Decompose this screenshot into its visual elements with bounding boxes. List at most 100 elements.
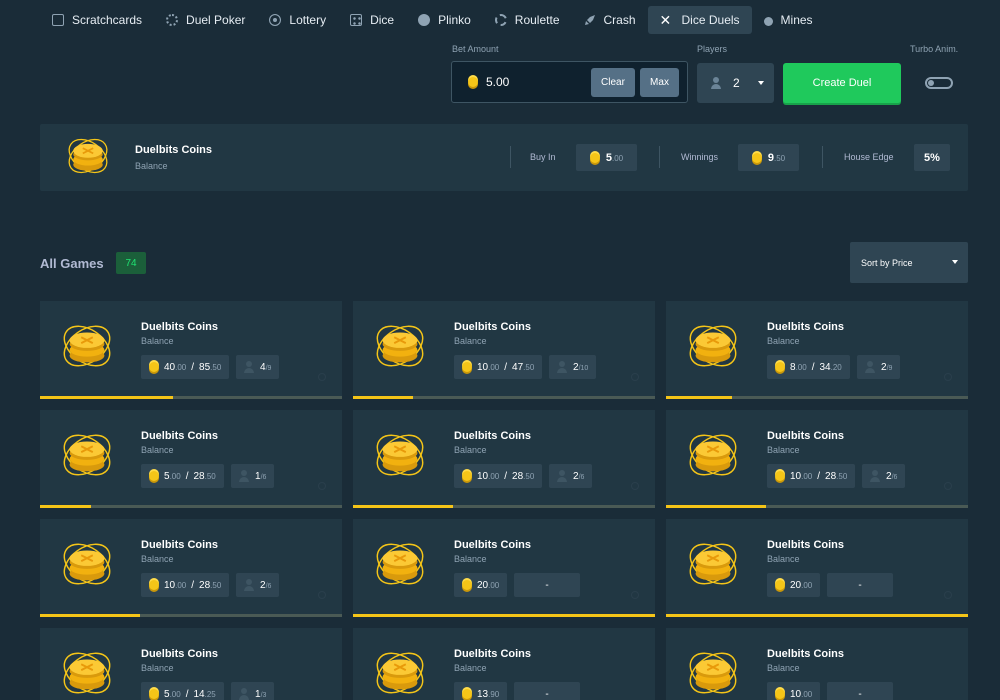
duelbits-coins-icon: [68, 138, 108, 174]
progress-bar: [666, 505, 968, 508]
nav-item-crash[interactable]: Crash: [572, 6, 648, 34]
price-badge: 20.00: [767, 573, 821, 597]
clear-button[interactable]: Clear: [591, 68, 635, 97]
price-badge: 40.00/ 85.50: [141, 355, 230, 379]
buy-in-value: 5.00: [576, 144, 637, 171]
chevron-down-icon: [758, 81, 764, 85]
bomb-icon: [763, 17, 773, 26]
info-icon: [944, 373, 952, 381]
players-badge: 2/10: [549, 355, 597, 379]
user-icon: [239, 688, 249, 700]
user-icon: [557, 361, 567, 373]
game-card[interactable]: Duelbits Coins Balance 5.00/ 14.25 1/3: [40, 628, 342, 700]
price-badge: 13.90: [454, 682, 508, 700]
all-games-title: All Games: [40, 256, 104, 271]
progress-fill: [666, 505, 766, 508]
game-card[interactable]: Duelbits Coins Balance 20.00-: [353, 519, 655, 617]
bet-amount-label: Bet Amount: [452, 44, 499, 54]
card-title: Duelbits Coins: [141, 539, 219, 551]
sort-select[interactable]: Sort by Price: [850, 242, 968, 283]
duelbits-coins-icon: [689, 325, 737, 367]
nav-item-duel-poker[interactable]: Duel Poker: [154, 6, 257, 34]
coin-icon: [775, 362, 785, 372]
progress-bar: [353, 396, 655, 399]
coin-icon: [149, 471, 159, 481]
card-subtitle: Balance: [141, 445, 174, 455]
progress-fill: [666, 396, 733, 399]
user-icon: [870, 470, 880, 482]
divider: [659, 146, 660, 168]
duelbits-coins-icon: [63, 543, 111, 585]
game-card[interactable]: Duelbits Coins Balance 13.90-: [353, 628, 655, 700]
nav-item-mines[interactable]: Mines: [752, 6, 825, 34]
card-subtitle: Balance: [454, 554, 487, 564]
bet-amount-input[interactable]: 5.00 Clear Max: [451, 61, 688, 103]
players-select[interactable]: 2: [697, 63, 774, 103]
info-icon: [318, 373, 326, 381]
nav-item-plinko[interactable]: Plinko: [406, 6, 483, 34]
game-card[interactable]: Duelbits Coins Balance 20.00-: [666, 519, 968, 617]
game-card[interactable]: Duelbits Coins Balance 40.00/ 85.50 4/9: [40, 301, 342, 399]
poker-chip-icon: [166, 14, 179, 26]
coin-icon: [589, 152, 600, 163]
games-count-badge: 74: [116, 252, 146, 274]
price-badge: 5.00/ 28.50: [141, 464, 224, 488]
coin-icon: [462, 362, 472, 372]
nav-item-dice-duels[interactable]: ✕ Dice Duels: [647, 6, 752, 34]
coin-icon: [149, 689, 159, 699]
players-badge: -: [514, 682, 580, 700]
price-badge: 10.00/ 47.50: [454, 355, 543, 379]
nav-item-scratchcards[interactable]: Scratchcards: [40, 6, 154, 34]
turbo-anim-toggle[interactable]: [925, 77, 953, 89]
game-card[interactable]: Duelbits Coins Balance 10.00/ 28.50 2/6: [40, 519, 342, 617]
price-badge: 8.00/ 34.20: [767, 355, 850, 379]
coin-icon: [462, 689, 472, 699]
user-icon: [557, 470, 567, 482]
progress-bar: [40, 505, 342, 508]
duelbits-coins-icon: [376, 434, 424, 476]
game-card[interactable]: Duelbits Coins Balance 5.00/ 28.50 1/6: [40, 410, 342, 508]
info-icon: [944, 482, 952, 490]
card-subtitle: Balance: [454, 445, 487, 455]
progress-fill: [353, 396, 414, 399]
game-card[interactable]: Duelbits Coins Balance 10.00-: [666, 628, 968, 700]
card-icon: [52, 14, 64, 26]
card-subtitle: Balance: [141, 336, 174, 346]
card-subtitle: Balance: [767, 445, 800, 455]
nav-item-label: Lottery: [289, 13, 327, 27]
progress-bar: [666, 614, 968, 617]
game-card[interactable]: Duelbits Coins Balance 10.00/ 28.50 2/6: [666, 410, 968, 508]
price-separator: /: [817, 470, 821, 482]
game-card[interactable]: Duelbits Coins Balance 10.00/ 28.50 2/6: [353, 410, 655, 508]
players-label: Players: [697, 44, 728, 54]
game-card[interactable]: Duelbits Coins Balance 8.00/ 34.20 2/9: [666, 301, 968, 399]
nav-item-label: Mines: [780, 13, 813, 27]
players-badge: 2/6: [236, 573, 280, 597]
nav-item-roulette[interactable]: Roulette: [483, 6, 572, 34]
players-badge: 2/9: [857, 355, 901, 379]
max-button[interactable]: Max: [640, 68, 679, 97]
price-separator: /: [504, 470, 508, 482]
card-subtitle: Balance: [767, 663, 800, 673]
create-duel-button[interactable]: Create Duel: [783, 63, 901, 103]
progress-fill: [353, 614, 655, 617]
nav-item-dice[interactable]: Dice: [338, 6, 406, 34]
game-card[interactable]: Duelbits Coins Balance 10.00/ 47.50 2/10: [353, 301, 655, 399]
progress-bar: [353, 614, 655, 617]
chevron-down-icon: [952, 260, 958, 264]
card-subtitle: Balance: [141, 554, 174, 564]
game-nav: Scratchcards Duel Poker Lottery Dice Plinko R…: [40, 6, 825, 34]
nav-item-lottery[interactable]: Lottery: [257, 6, 338, 34]
house-edge-label: House Edge: [844, 152, 894, 162]
progress-fill: [40, 505, 92, 508]
price-badge: 10.00/ 28.50: [454, 464, 543, 488]
price-separator: /: [811, 361, 815, 373]
price-separator: /: [504, 361, 508, 373]
card-title: Duelbits Coins: [767, 648, 845, 660]
duelbits-coins-icon: [689, 434, 737, 476]
players-badge: -: [827, 682, 893, 700]
card-title: Duelbits Coins: [454, 539, 532, 551]
rocket-icon: [584, 14, 596, 26]
user-icon: [244, 579, 254, 591]
card-title: Duelbits Coins: [141, 321, 219, 333]
